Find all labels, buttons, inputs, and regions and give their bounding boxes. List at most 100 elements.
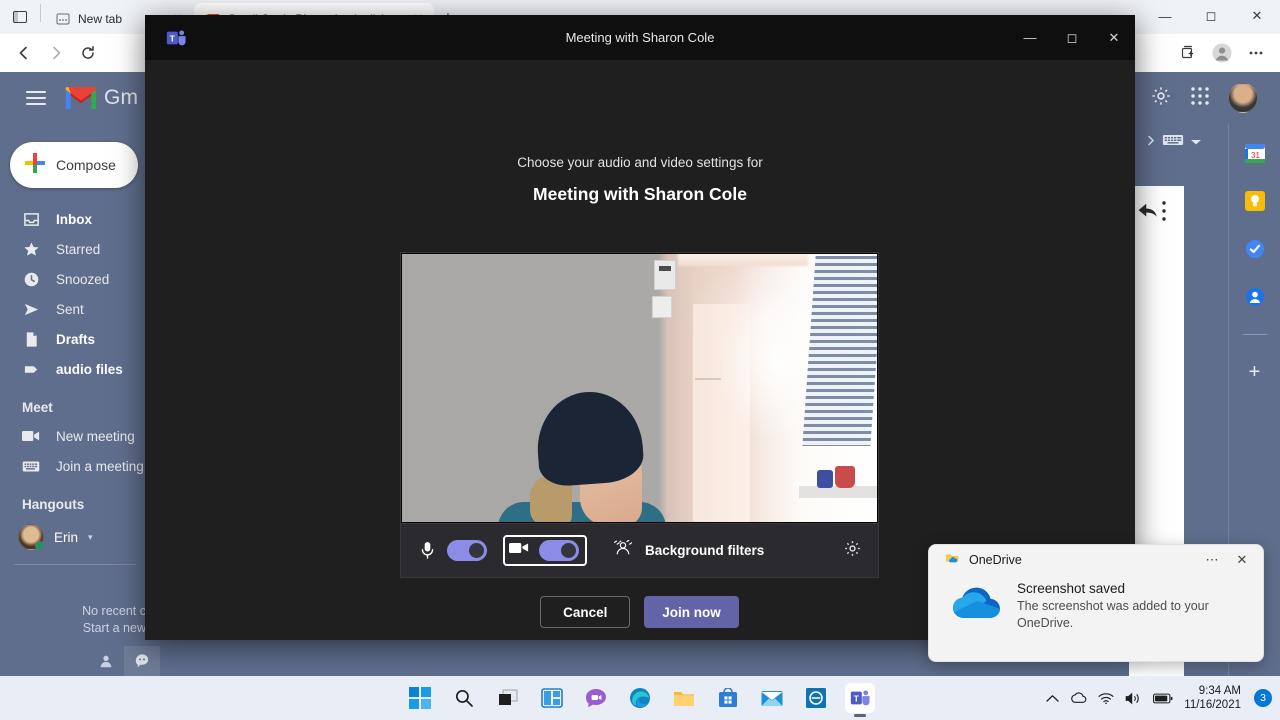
- maximize-icon[interactable]: ◻: [1051, 15, 1093, 60]
- reload-icon[interactable]: [72, 37, 104, 69]
- widgets-icon[interactable]: [537, 683, 567, 713]
- chevron-up-icon[interactable]: [1046, 694, 1059, 703]
- video-camera-icon: [22, 427, 40, 445]
- tab-actions-icon[interactable]: [0, 0, 40, 34]
- device-settings-gear-icon[interactable]: [843, 539, 862, 563]
- edge-icon[interactable]: [625, 683, 655, 713]
- onedrive-small-icon: [945, 551, 961, 570]
- close-icon[interactable]: ✕: [1093, 15, 1135, 60]
- divider: [1242, 334, 1267, 335]
- sidebar-item-label: Drafts: [56, 331, 96, 347]
- gmail-nav-list: Inbox Starred Snoozed Sent Drafts audio …: [0, 204, 150, 384]
- teams-icon[interactable]: T: [845, 683, 875, 717]
- onedrive-notification-toast[interactable]: OneDrive ⋯ ✕ Screenshot saved The screen…: [928, 544, 1264, 662]
- mail-icon[interactable]: [757, 683, 787, 713]
- browser-settings-icon[interactable]: [1240, 37, 1272, 69]
- send-icon: [22, 300, 40, 318]
- collections-icon[interactable]: [1172, 37, 1204, 69]
- google-keep-icon[interactable]: [1244, 190, 1266, 212]
- sidebar-item-sent[interactable]: Sent: [0, 294, 150, 324]
- sidebar-item-inbox[interactable]: Inbox: [0, 204, 150, 234]
- sidebar-item-label: Inbox: [56, 211, 92, 227]
- sidebar-item-label: Starred: [56, 241, 101, 257]
- sidebar-item-starred[interactable]: Starred: [0, 234, 150, 264]
- chat-icon[interactable]: [124, 646, 160, 676]
- back-icon[interactable]: [8, 37, 40, 69]
- toast-header: OneDrive ⋯ ✕: [929, 545, 1263, 575]
- scene-thermostat: [654, 260, 676, 290]
- join-now-button[interactable]: Join now: [644, 596, 739, 628]
- scene-wall-switch: [652, 296, 672, 318]
- camera-icon: [509, 541, 529, 560]
- compose-button[interactable]: Compose: [10, 142, 138, 188]
- system-tray: 9:34 AM 11/16/2021 3: [1046, 676, 1272, 720]
- browser-window-controls: — ◻ ✕: [1142, 0, 1280, 32]
- sidebar-item-audio-files[interactable]: audio files: [0, 354, 150, 384]
- cloud-icon[interactable]: [1070, 692, 1087, 704]
- google-contacts-icon[interactable]: [1244, 286, 1266, 308]
- gmail-header-right: [1150, 83, 1264, 113]
- sidebar-item-snoozed[interactable]: Snoozed: [0, 264, 150, 294]
- notification-badge[interactable]: 3: [1254, 689, 1272, 707]
- minimize-icon[interactable]: —: [1009, 15, 1051, 60]
- keyboard-icon[interactable]: [1162, 133, 1184, 152]
- video-preview-feed: [402, 254, 877, 522]
- profile-avatar[interactable]: [1206, 37, 1238, 69]
- svg-text:T: T: [854, 694, 859, 703]
- contacts-icon[interactable]: [88, 646, 124, 676]
- start-button[interactable]: [405, 683, 435, 713]
- ellipsis-icon[interactable]: ⋯: [1199, 549, 1225, 571]
- add-panel-icon[interactable]: +: [1249, 361, 1261, 384]
- meet-section-title: Meet: [22, 400, 53, 415]
- cancel-button[interactable]: Cancel: [540, 596, 631, 628]
- toast-header-actions: ⋯ ✕: [1199, 549, 1255, 571]
- avatar: [18, 524, 44, 550]
- hamburger-menu-icon[interactable]: [16, 78, 56, 118]
- sidebar-item-join-meeting[interactable]: Join a meeting: [0, 451, 150, 481]
- minimize-icon[interactable]: —: [1142, 0, 1188, 32]
- chevron-down-icon[interactable]: [1190, 133, 1202, 151]
- google-calendar-icon[interactable]: 31: [1244, 142, 1266, 164]
- scene-window-sill: [799, 486, 877, 498]
- google-apps-icon[interactable]: [1190, 86, 1210, 111]
- gear-icon[interactable]: [1150, 85, 1172, 112]
- tab-divider: [40, 4, 41, 22]
- chevron-right-icon[interactable]: [1147, 133, 1156, 151]
- task-view-icon[interactable]: [493, 683, 523, 713]
- microphone-icon[interactable]: [417, 541, 437, 560]
- search-icon[interactable]: [449, 683, 479, 713]
- app-icon[interactable]: [801, 683, 831, 713]
- microphone-toggle[interactable]: [447, 540, 487, 561]
- camera-toggle[interactable]: [539, 540, 579, 561]
- teams-window-title: Meeting with Sharon Cole: [565, 30, 715, 45]
- forward-icon[interactable]: [40, 37, 72, 69]
- chevron-down-icon[interactable]: ▾: [88, 532, 93, 543]
- battery-icon[interactable]: [1153, 693, 1173, 704]
- camera-control-group[interactable]: [503, 535, 587, 566]
- sidebar-item-label: Sent: [56, 301, 84, 317]
- google-tasks-icon[interactable]: [1244, 238, 1266, 260]
- close-icon[interactable]: ✕: [1229, 549, 1255, 571]
- clock-icon: [22, 270, 40, 288]
- taskbar-clock[interactable]: 9:34 AM 11/16/2021: [1184, 684, 1241, 712]
- microsoft-store-icon[interactable]: [713, 683, 743, 713]
- maximize-icon[interactable]: ◻: [1188, 0, 1234, 32]
- more-options-icon[interactable]: [1161, 200, 1167, 227]
- hangouts-user-name: Erin: [54, 529, 79, 545]
- reply-icon[interactable]: [1137, 201, 1161, 226]
- avatar[interactable]: [1228, 83, 1258, 113]
- hangouts-section-title: Hangouts: [22, 497, 85, 512]
- video-preview[interactable]: [400, 252, 879, 524]
- close-icon[interactable]: ✕: [1234, 0, 1280, 32]
- background-filters-button[interactable]: Background filters: [613, 539, 764, 561]
- sidebar-item-drafts[interactable]: Drafts: [0, 324, 150, 354]
- wifi-icon[interactable]: [1098, 692, 1114, 705]
- star-icon: [22, 240, 40, 258]
- hangouts-user[interactable]: Erin ▾: [0, 524, 150, 550]
- file-explorer-icon[interactable]: [669, 683, 699, 713]
- divider: [14, 564, 136, 565]
- volume-icon[interactable]: [1125, 692, 1142, 705]
- chat-icon[interactable]: [581, 683, 611, 713]
- scene-person-beanie: [533, 388, 646, 488]
- sidebar-item-new-meeting[interactable]: New meeting: [0, 421, 150, 451]
